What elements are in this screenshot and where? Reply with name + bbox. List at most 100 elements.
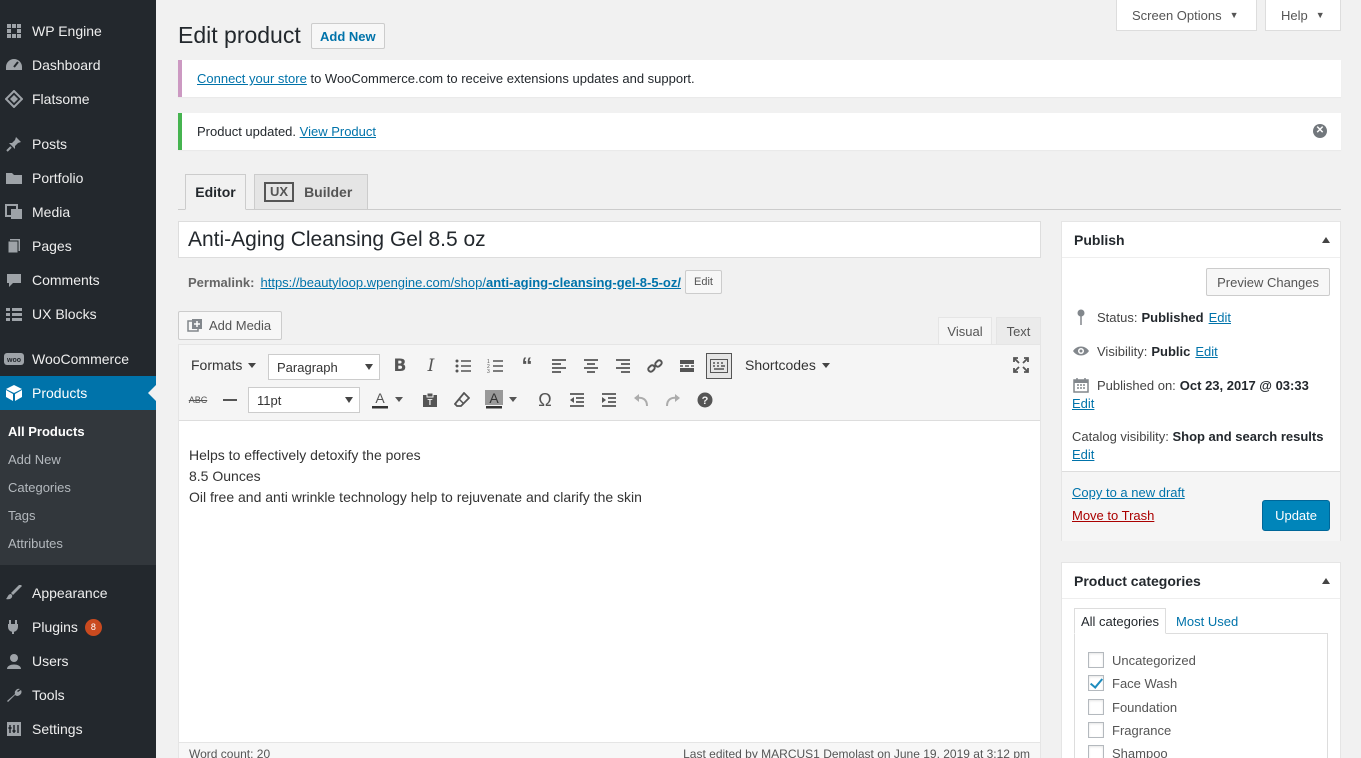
submenu-tags[interactable]: Tags [8, 508, 35, 523]
category-checkbox-row[interactable]: Uncategorized [1088, 652, 1196, 668]
permalink-edit-button[interactable]: Edit [684, 270, 722, 294]
view-product-link[interactable]: View Product [300, 124, 376, 139]
formats-dropdown[interactable]: Formats [191, 357, 257, 373]
menu-item-media[interactable]: Media [0, 195, 156, 229]
redo-icon[interactable] [662, 389, 684, 411]
screen-options-button[interactable]: Screen Options ▼ [1116, 0, 1257, 31]
tab-text[interactable]: Text [996, 317, 1041, 345]
menu-item-products[interactable]: Products [0, 376, 156, 410]
shortcodes-dropdown[interactable]: Shortcodes [745, 357, 830, 373]
checkbox[interactable] [1088, 722, 1104, 738]
blockquote-icon[interactable]: “ [516, 353, 538, 378]
tab-visual[interactable]: Visual [938, 317, 992, 345]
submenu-add-new[interactable]: Add New [8, 452, 61, 467]
editor-content[interactable]: Helps to effectively detoxify the pores … [189, 445, 642, 508]
category-checkbox-row[interactable]: Foundation [1088, 699, 1177, 715]
font-size-select[interactable]: 11pt [248, 387, 360, 413]
paragraph-select[interactable]: Paragraph [268, 354, 380, 380]
tab-most-used[interactable]: Most Used [1170, 608, 1244, 634]
categories-header[interactable]: Product categories [1062, 563, 1340, 599]
folder-icon [4, 168, 24, 188]
align-center-icon[interactable] [580, 355, 602, 377]
menu-item-portfolio[interactable]: Portfolio [0, 161, 156, 195]
menu-item-pages[interactable]: Pages [0, 229, 156, 263]
admin-sidebar: WP Engine Dashboard Flatsome Posts Portf… [0, 0, 156, 758]
special-character-icon[interactable]: Ω [534, 389, 556, 411]
status-label: Status: [1097, 309, 1138, 325]
indent-icon[interactable] [598, 389, 620, 411]
checkbox[interactable] [1088, 745, 1104, 758]
product-title-input[interactable]: Anti-Aging Cleansing Gel 8.5 oz [178, 221, 1041, 258]
pin-icon [4, 134, 24, 154]
pages-icon [4, 236, 24, 256]
toggle-arrow-icon[interactable] [1322, 237, 1330, 243]
menu-item-settings[interactable]: Settings [0, 712, 156, 746]
menu-item-posts[interactable]: Posts [0, 127, 156, 161]
undo-icon[interactable] [630, 389, 652, 411]
caret-down-icon: ▼ [1229, 10, 1239, 20]
category-checkbox-row[interactable]: Fragrance [1088, 722, 1171, 738]
tab-editor[interactable]: Editor [185, 174, 246, 210]
visibility-row: Visibility: Public Edit [1072, 342, 1218, 360]
link-icon[interactable] [644, 355, 666, 377]
fullscreen-icon[interactable] [1010, 354, 1032, 376]
menu-item-ux-blocks[interactable]: UX Blocks [0, 297, 156, 331]
menu-item-woocommerce[interactable]: woo WooCommerce [0, 342, 156, 376]
tab-all-categories[interactable]: All categories [1074, 608, 1167, 634]
dismiss-icon[interactable]: ✕ [1313, 124, 1327, 138]
read-more-icon[interactable] [676, 355, 698, 377]
submenu-categories[interactable]: Categories [8, 480, 71, 495]
strikethrough-icon[interactable]: ABC [187, 389, 209, 411]
copy-to-draft-link[interactable]: Copy to a new draft [1072, 485, 1185, 500]
edit-catalog-visibility-link[interactable]: Edit [1072, 447, 1094, 462]
menu-item-tools[interactable]: Tools [0, 678, 156, 712]
submenu-all-products[interactable]: All Products [8, 424, 85, 439]
align-left-icon[interactable] [548, 355, 570, 377]
toggle-arrow-icon[interactable] [1322, 578, 1330, 584]
product-updated-notice: Product updated. View Product ✕ [178, 113, 1341, 150]
toolbar-toggle-icon[interactable] [706, 353, 732, 379]
paste-text-icon[interactable]: T [419, 389, 441, 411]
add-media-button[interactable]: Add Media [178, 311, 283, 340]
add-new-button[interactable]: Add New [311, 23, 385, 49]
bold-icon[interactable]: B [389, 355, 411, 377]
menu-item-appearance[interactable]: Appearance [0, 576, 156, 610]
caret-down-icon[interactable] [506, 389, 520, 411]
category-checkbox-row[interactable]: Shampoo [1088, 745, 1168, 758]
permalink-link[interactable]: https://beautyloop.wpengine.com/shop/ant… [260, 275, 681, 290]
tab-ux-builder[interactable]: UX Builder [254, 174, 368, 210]
text-color-icon[interactable]: A [369, 389, 391, 411]
connect-store-link[interactable]: Connect your store [197, 71, 307, 86]
outdent-icon[interactable] [566, 389, 588, 411]
clear-formatting-icon[interactable] [451, 389, 473, 411]
permalink-slug: anti-aging-cleansing-gel-8-5-oz/ [485, 274, 681, 290]
checkbox[interactable] [1088, 699, 1104, 715]
edit-status-link[interactable]: Edit [1209, 310, 1231, 325]
caret-down-icon[interactable] [392, 389, 406, 411]
menu-item-wp-engine[interactable]: WP Engine [0, 14, 156, 48]
italic-icon[interactable]: I [420, 355, 442, 377]
edit-published-link[interactable]: Edit [1072, 396, 1094, 411]
move-to-trash-link[interactable]: Move to Trash [1072, 508, 1154, 523]
publish-header[interactable]: Publish [1062, 222, 1340, 258]
align-right-icon[interactable] [612, 355, 634, 377]
numbered-list-icon[interactable]: 123 [484, 355, 506, 377]
horizontal-line-icon[interactable] [219, 389, 241, 411]
categories-tabs: All categories Most Used [1074, 608, 1244, 634]
category-checkbox-row[interactable]: Face Wash [1088, 675, 1177, 691]
menu-item-flatsome[interactable]: Flatsome [0, 82, 156, 116]
checkbox[interactable] [1088, 652, 1104, 668]
menu-item-comments[interactable]: Comments [0, 263, 156, 297]
submenu-attributes[interactable]: Attributes [8, 536, 63, 551]
checkbox[interactable] [1088, 675, 1104, 691]
help-icon[interactable]: ? [694, 389, 716, 411]
bullet-list-icon[interactable] [452, 355, 474, 377]
background-color-icon[interactable]: A [483, 389, 505, 411]
edit-visibility-link[interactable]: Edit [1195, 344, 1217, 359]
menu-item-users[interactable]: Users [0, 644, 156, 678]
help-button[interactable]: Help ▼ [1265, 0, 1341, 31]
menu-item-plugins[interactable]: Plugins 8 [0, 610, 156, 644]
preview-changes-button[interactable]: Preview Changes [1206, 268, 1330, 296]
update-button[interactable]: Update [1262, 500, 1330, 531]
menu-item-dashboard[interactable]: Dashboard [0, 48, 156, 82]
